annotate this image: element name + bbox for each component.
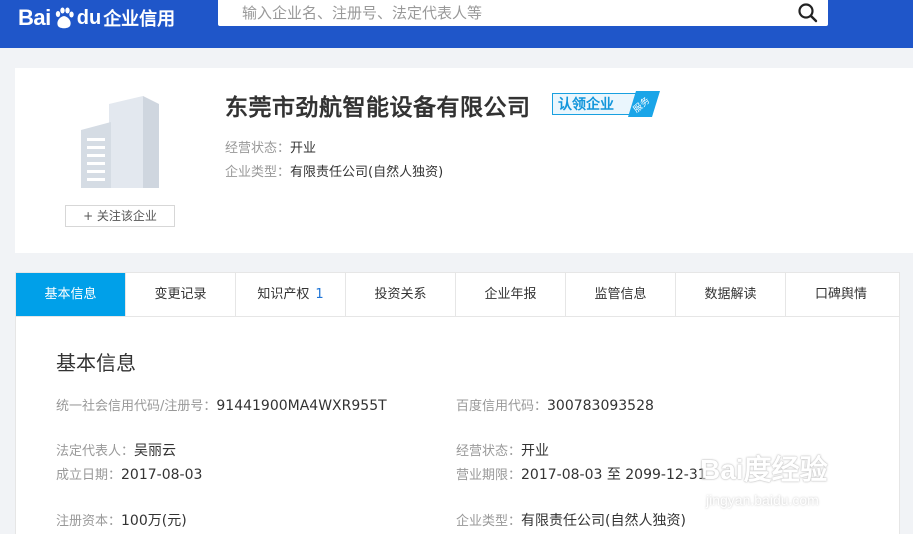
logo-bai-text: Bai (18, 5, 51, 30)
company-type-field: 企业类型：有限责任公司(自然人独资) (456, 513, 686, 529)
logo-du-text: du (76, 6, 102, 29)
tab-intellectual-property[interactable]: 知识产权 1 (236, 273, 346, 316)
company-status-value: 开业 (290, 141, 317, 156)
top-header: Bai du 企业信用 (0, 0, 913, 48)
tab-count-badge: 1 (315, 287, 324, 302)
registered-capital-field: 注册资本：100万(元) (56, 513, 187, 529)
company-type-value: 有限责任公司(自然人独资) (290, 165, 444, 180)
legal-rep-field: 法定代表人：吴丽云 (56, 443, 177, 459)
status-field: 经营状态：开业 (456, 443, 550, 459)
tab-annual-report[interactable]: 企业年报 (456, 273, 566, 316)
tab-basic-info[interactable]: 基本信息 (16, 273, 126, 316)
info-tabs: 基本信息 变更记录 知识产权 1 投资关系 企业年报 监管信息 数据解读 口碑舆情 (15, 272, 900, 317)
watermark-logo: Bai度经验 (700, 454, 828, 485)
product-name: 企业信用 (103, 9, 176, 30)
founded-date-field: 成立日期：2017-08-03 (56, 467, 203, 483)
company-name: 东莞市劲航智能设备有限公司 (225, 95, 531, 121)
claim-company-badge[interactable]: 认领企业 服务 (552, 91, 660, 117)
business-term-field: 营业期限：2017-08-03 至 2099-12-31 (456, 467, 707, 483)
tab-data-analysis[interactable]: 数据解读 (676, 273, 786, 316)
claim-badge-label: 认领企业 (558, 97, 614, 113)
credit-code-field: 统一社会信用代码/注册号：91441900MA4WXR955T (56, 398, 387, 414)
baidu-code-field: 百度信用代码：300783093528 (456, 398, 654, 414)
baidu-logo[interactable]: Bai du 企业信用 (18, 4, 175, 32)
tab-regulatory-info[interactable]: 监管信息 (566, 273, 676, 316)
company-status-row: 经营状态：开业 (225, 141, 317, 156)
search-button[interactable] (796, 1, 820, 25)
search-icon (798, 3, 818, 23)
tab-investment[interactable]: 投资关系 (346, 273, 456, 316)
building-icon (81, 96, 161, 192)
baidu-jingyan-watermark: Bai度经验 jingyan.baidu.com (700, 448, 870, 518)
search-input[interactable] (242, 2, 782, 24)
follow-company-button[interactable]: + 关注该企业 (65, 205, 175, 227)
company-type-row: 企业类型：有限责任公司(自然人独资) (225, 165, 444, 180)
tab-reputation[interactable]: 口碑舆情 (786, 273, 896, 316)
search-box (218, 0, 828, 26)
company-card: + 关注该企业 东莞市劲航智能设备有限公司 认领企业 服务 经营状态：开业 企业… (15, 68, 913, 253)
watermark-url: jingyan.baidu.com (706, 492, 819, 508)
section-title: 基本信息 (56, 351, 136, 375)
tab-change-records[interactable]: 变更记录 (126, 273, 236, 316)
paw-icon (53, 7, 75, 29)
